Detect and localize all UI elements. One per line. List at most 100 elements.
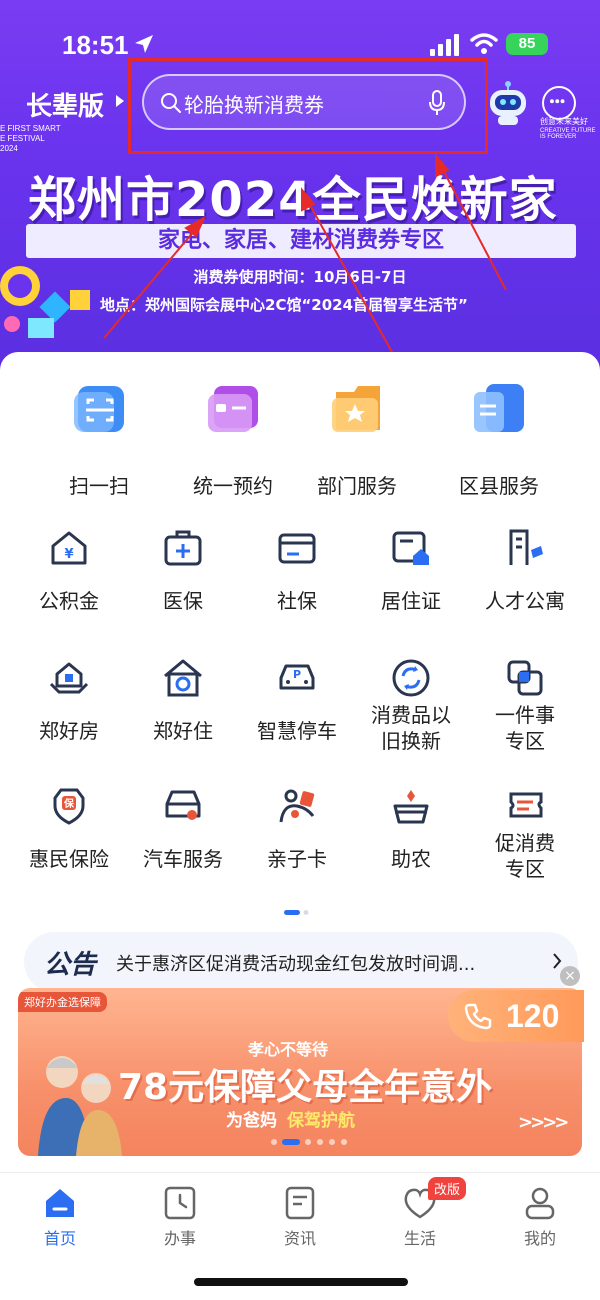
quick-services: 扫一扫 统一预约 部门服务 区县服务: [0, 374, 600, 498]
main-content: 扫一扫 统一预约 部门服务 区县服务 ¥ 公积金 医保 社保 居住证 人才公寓 …: [0, 352, 600, 1162]
quick-service-county[interactable]: 区县服务: [424, 374, 574, 498]
service-label: 亲子卡: [267, 847, 327, 871]
hero-banner[interactable]: 18:51 85 长辈版 E FIRST SMART E FESTIVAL 20…: [0, 0, 600, 380]
search-input[interactable]: 轮胎换新消费券: [142, 74, 466, 130]
service-talent-apartment[interactable]: 人才公寓: [468, 520, 582, 640]
tab-label: 资讯: [283, 1229, 316, 1248]
more-caption-en: CREATIVE FUTURE IS FOREVER: [540, 128, 596, 140]
service-label: 一件事 专区: [495, 703, 555, 753]
residence-permit-icon: [392, 531, 429, 565]
battery-level: 85: [506, 33, 548, 55]
family-card-icon: [279, 789, 315, 823]
announcement-bar[interactable]: 公告 关于惠济区促消费活动现金红包发放时间调...: [24, 932, 578, 992]
service-housing-fund[interactable]: ¥ 公积金: [12, 520, 126, 640]
promo-subtitle: 孝心不等待: [248, 1040, 329, 1059]
service-insurance[interactable]: 保 惠民保险: [12, 778, 126, 898]
promo-title: 78元保障父母全年意外: [118, 1067, 493, 1108]
tab-profile[interactable]: 我的: [480, 1183, 600, 1253]
service-label: 智慧停车: [257, 719, 337, 743]
service-label: 促消费 专区: [495, 831, 555, 881]
promo-pager-dots: [271, 1139, 347, 1145]
promo-chevrons: >>>>: [518, 1112, 569, 1133]
quick-service-label: 区县服务: [459, 474, 539, 498]
agriculture-icon: [393, 790, 429, 824]
insurance-icon: 保: [53, 788, 85, 825]
one-thing-icon: [507, 660, 543, 696]
announcement-text: 关于惠济区促消费活动现金红包发放时间调...: [116, 954, 476, 975]
tab-affairs[interactable]: 办事: [120, 1183, 240, 1253]
service-residence-permit[interactable]: 居住证: [354, 520, 468, 640]
service-agriculture[interactable]: 助农: [354, 778, 468, 898]
service-consumption-coupon[interactable]: 促消费 专区: [468, 778, 582, 898]
service-label: 消费品以 旧换新: [371, 703, 451, 753]
service-label: 助农: [391, 847, 431, 871]
more-caption: 创意未来美好: [540, 117, 588, 126]
home-icon: [46, 1189, 74, 1217]
service-medical-insurance[interactable]: 医保: [126, 520, 240, 640]
trade-in-icon: [392, 659, 430, 697]
scan-icon: [74, 386, 124, 432]
tab-label: 办事: [163, 1229, 196, 1248]
home-stay-icon: [164, 659, 202, 697]
grid-pager-dots: [284, 910, 309, 915]
elder-mode-link[interactable]: 长辈版: [26, 86, 104, 123]
news-icon: [285, 1186, 315, 1220]
service-social-security[interactable]: 社保: [240, 520, 354, 640]
service-label: 惠民保险: [29, 847, 109, 871]
banner-decoration-icon: [0, 266, 90, 338]
service-label: 郑好住: [153, 719, 213, 743]
banner-time: 消费券使用时间：10月6日-7日: [193, 268, 407, 286]
search-icon: [161, 93, 181, 113]
service-house[interactable]: 郑好房: [12, 650, 126, 770]
tab-life[interactable]: 改版 生活: [360, 1177, 480, 1253]
talent-apartment-icon: [509, 529, 543, 565]
robot-assistant-icon[interactable]: [486, 78, 530, 126]
county-icon: [474, 384, 524, 432]
affairs-icon: [164, 1186, 196, 1220]
home-indicator: [194, 1278, 408, 1286]
service-parking[interactable]: P 智慧停车: [240, 650, 354, 770]
close-icon[interactable]: ×: [560, 966, 580, 986]
quick-service-department[interactable]: 部门服务: [282, 374, 432, 498]
svg-text:¥: ¥: [64, 547, 73, 562]
quick-service-label: 部门服务: [317, 474, 397, 498]
location-arrow-icon: [135, 35, 153, 53]
appointment-icon: [208, 386, 258, 432]
banner-address: 地点：郑州国际会展中心2C馆“2024首届智享生活节”: [100, 296, 468, 314]
search-placeholder: 轮胎换新消费券: [184, 93, 324, 117]
service-home-stay[interactable]: 郑好住: [126, 650, 240, 770]
promo-line: 为爸妈 保驾护航: [226, 1111, 355, 1131]
emergency-call-button[interactable]: 120: [448, 990, 584, 1042]
service-label: 郑好房: [39, 719, 99, 743]
service-one-thing[interactable]: 一件事 专区: [468, 650, 582, 770]
microphone-icon[interactable]: [428, 90, 446, 116]
profile-icon: [525, 1187, 555, 1220]
tab-home[interactable]: 首页: [0, 1183, 120, 1253]
promo-tag: 郑好办金选保障: [18, 992, 107, 1012]
service-car[interactable]: 汽车服务: [126, 778, 240, 898]
tab-label: 我的: [523, 1229, 556, 1248]
house-icon: [49, 662, 89, 694]
department-icon: [332, 386, 380, 432]
caret-right-icon: [116, 95, 124, 107]
wifi-icon: [470, 33, 498, 54]
coupon-icon: [509, 792, 543, 818]
cellular-signal-icon: [430, 34, 459, 56]
social-security-icon: [278, 533, 316, 564]
tab-label: 生活: [403, 1229, 436, 1248]
service-label: 社保: [277, 589, 317, 613]
quick-service-scan[interactable]: 扫一扫: [24, 374, 174, 498]
more-options-icon[interactable]: [542, 86, 576, 120]
banner-title: 郑州市2024全民焕新家: [28, 172, 558, 228]
tab-badge: 改版: [428, 1177, 467, 1200]
svg-text:保: 保: [63, 797, 75, 810]
tab-news[interactable]: 资讯: [240, 1183, 360, 1253]
service-trade-in[interactable]: 消费品以 旧换新: [354, 650, 468, 770]
chevron-right-icon: [553, 953, 562, 969]
service-label: 汽车服务: [143, 847, 223, 871]
announcement-tag: 公告: [44, 950, 97, 980]
status-time: 18:51: [62, 30, 129, 60]
service-family-card[interactable]: 亲子卡: [240, 778, 354, 898]
svg-text:P: P: [293, 668, 301, 681]
car-service-icon: [165, 790, 201, 820]
